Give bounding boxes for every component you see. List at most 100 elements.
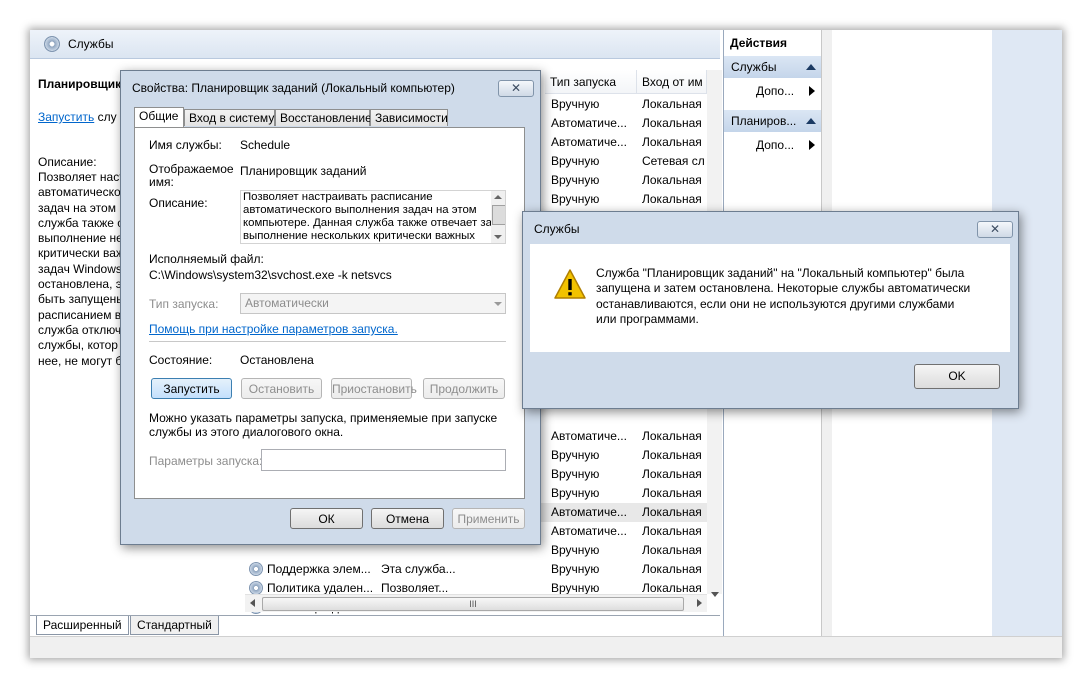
start-params-note: Можно указать параметры запуска, применя… [149, 411, 498, 425]
tab-extended[interactable]: Расширенный [36, 616, 129, 635]
submenu-arrow-icon [809, 140, 815, 150]
startup-type-cell: Вручную [551, 173, 600, 187]
description-label: Описание: [38, 155, 97, 169]
startup-help-link[interactable]: Помощь при настройке параметров запуска. [149, 322, 398, 336]
message-line: Служба "Планировщик заданий" на "Локальн… [596, 266, 965, 280]
actions-more-scheduler[interactable]: Допо... [724, 134, 822, 156]
display-name-label: Отображаемое [149, 162, 234, 176]
separator [149, 341, 506, 342]
startup-type-cell: Вручную [551, 192, 600, 206]
description-line: служба также с [38, 215, 124, 230]
submenu-arrow-icon [809, 86, 815, 96]
executable-label: Исполняемый файл: [149, 252, 264, 266]
start-service-link[interactable]: Запустить [38, 110, 94, 124]
actions-group-services[interactable]: Службы [724, 56, 822, 78]
ok-button[interactable]: ОК [290, 508, 363, 529]
description-textbox[interactable]: Позволяет настраивать расписание автомати… [240, 190, 506, 244]
tab-logon[interactable]: Вход в систему [184, 109, 275, 126]
logon-as-cell: Локальная [642, 116, 702, 130]
logon-as-cell: Сетевая сл [642, 154, 705, 168]
display-name-value: Планировщик заданий [240, 164, 367, 178]
scroll-up-arrow-icon[interactable] [494, 195, 502, 199]
description-scroll-thumb[interactable] [492, 205, 505, 225]
properties-close-button[interactable]: ✕ [498, 80, 534, 97]
tab-dependencies[interactable]: Зависимости [370, 109, 448, 126]
message-ok-button[interactable]: OK [914, 364, 1000, 389]
service-state-value: Остановлена [240, 353, 314, 367]
actions-header: Действия [730, 36, 788, 50]
column-header-startup-type[interactable]: Тип запуска [545, 70, 637, 94]
tab-general[interactable]: Общие [134, 107, 184, 127]
scroll-down-arrow-icon[interactable] [711, 592, 719, 597]
scroll-down-arrow-icon[interactable] [494, 235, 502, 239]
startup-type-cell: Вручную [551, 97, 600, 111]
scroll-left-arrow-icon[interactable] [250, 599, 255, 607]
description-label: Описание: [149, 196, 208, 210]
horizontal-scrollbar[interactable]: III [245, 594, 707, 612]
message-box-close-button[interactable]: ✕ [977, 221, 1013, 238]
logon-as-cell: Локальная [642, 448, 702, 462]
general-tab-panel: Имя службы: Schedule Отображаемое имя: П… [134, 127, 525, 499]
actions-more-scheduler-label: Допо... [756, 138, 795, 152]
message-box-content: Служба "Планировщик заданий" на "Локальн… [530, 244, 1010, 352]
start-params-label: Параметры запуска: [149, 454, 263, 468]
column-header-logon-as[interactable]: Вход от им [637, 70, 707, 94]
startup-type-select[interactable]: Автоматически [240, 293, 506, 314]
description-textbox-line: автоматического выполнения задач на этом [243, 204, 477, 216]
startup-type-cell: Вручную [551, 448, 600, 462]
description-textbox-text: Позволяет настраивать расписание автомати… [243, 191, 492, 243]
start-params-input[interactable] [261, 449, 506, 471]
resume-service-button[interactable]: Продолжить [423, 378, 505, 399]
logon-as-cell: Локальная [642, 97, 702, 111]
service-state-label: Состояние: [149, 353, 213, 367]
message-line: или программами. [596, 311, 699, 326]
logon-as-cell: Локальная [642, 562, 702, 576]
description-scrollbar[interactable] [491, 191, 505, 243]
service-name-value: Schedule [240, 138, 291, 152]
logon-as-cell: Локальная [642, 173, 702, 187]
service-name-cell: Поддержка элем... [267, 562, 371, 576]
description-line: автоматическо [38, 185, 121, 200]
service-name-label: Имя службы: [149, 138, 222, 152]
description-line: нее, не могут б [38, 353, 123, 368]
description-textbox-line: Позволяет настраивать расписание [243, 191, 433, 203]
description-textbox-line: компьютере. Данная служба также отвечает… [243, 217, 492, 229]
startup-type-cell: Автоматиче... [551, 505, 627, 519]
description-line: служба отключ [38, 322, 122, 337]
message-line: запущена и затем остановлена. Некоторые … [596, 281, 971, 296]
view-tabs: Расширенный Стандартный [30, 615, 720, 636]
start-service-button[interactable]: Запустить [151, 378, 232, 399]
pause-service-button[interactable]: Приостановить [331, 378, 417, 399]
actions-group-scheduler-label: Планиров... [731, 114, 797, 128]
actions-group-scheduler[interactable]: Планиров... [724, 110, 822, 132]
startup-type-value: Автоматически [245, 296, 329, 310]
chevron-down-icon [494, 302, 502, 306]
tab-standard[interactable]: Стандартный [130, 616, 219, 635]
actions-more-services[interactable]: Допо... [724, 80, 822, 102]
service-gear-icon [249, 562, 263, 576]
console-title: Службы [68, 37, 114, 51]
startup-type-cell: Автоматиче... [551, 135, 627, 149]
startup-type-cell: Автоматиче... [551, 524, 627, 538]
description-line: службы, котор [38, 338, 118, 353]
executable-path: C:\Windows\system32\svchost.exe -k netsv… [149, 268, 392, 282]
horizontal-scroll-thumb[interactable]: III [262, 597, 684, 611]
startup-type-cell: Вручную [551, 562, 600, 576]
service-gear-icon [249, 581, 263, 595]
stop-service-button[interactable]: Остановить [241, 378, 322, 399]
logon-as-cell: Локальная [642, 543, 702, 557]
logon-as-cell: Локальная [642, 524, 702, 538]
apply-button[interactable]: Применить [452, 508, 525, 529]
actions-group-services-label: Службы [731, 60, 777, 74]
properties-tabs: Общие Вход в систему Восстановление Зави… [134, 107, 524, 128]
logon-as-cell: Локальная [642, 429, 702, 443]
logon-as-cell: Локальная [642, 135, 702, 149]
cancel-button[interactable]: Отмена [371, 508, 444, 529]
message-text: Служба "Планировщик заданий" на "Локальн… [596, 266, 970, 327]
scroll-right-arrow-icon[interactable] [697, 599, 702, 607]
services-gear-icon [44, 36, 60, 52]
tab-recovery[interactable]: Восстановление [275, 109, 372, 126]
description-textbox-line: выполнение нескольких критически важных [243, 230, 476, 242]
table-row[interactable]: Поддержка элем... Эта служба... [245, 560, 545, 579]
actions-more-services-label: Допо... [756, 84, 795, 98]
